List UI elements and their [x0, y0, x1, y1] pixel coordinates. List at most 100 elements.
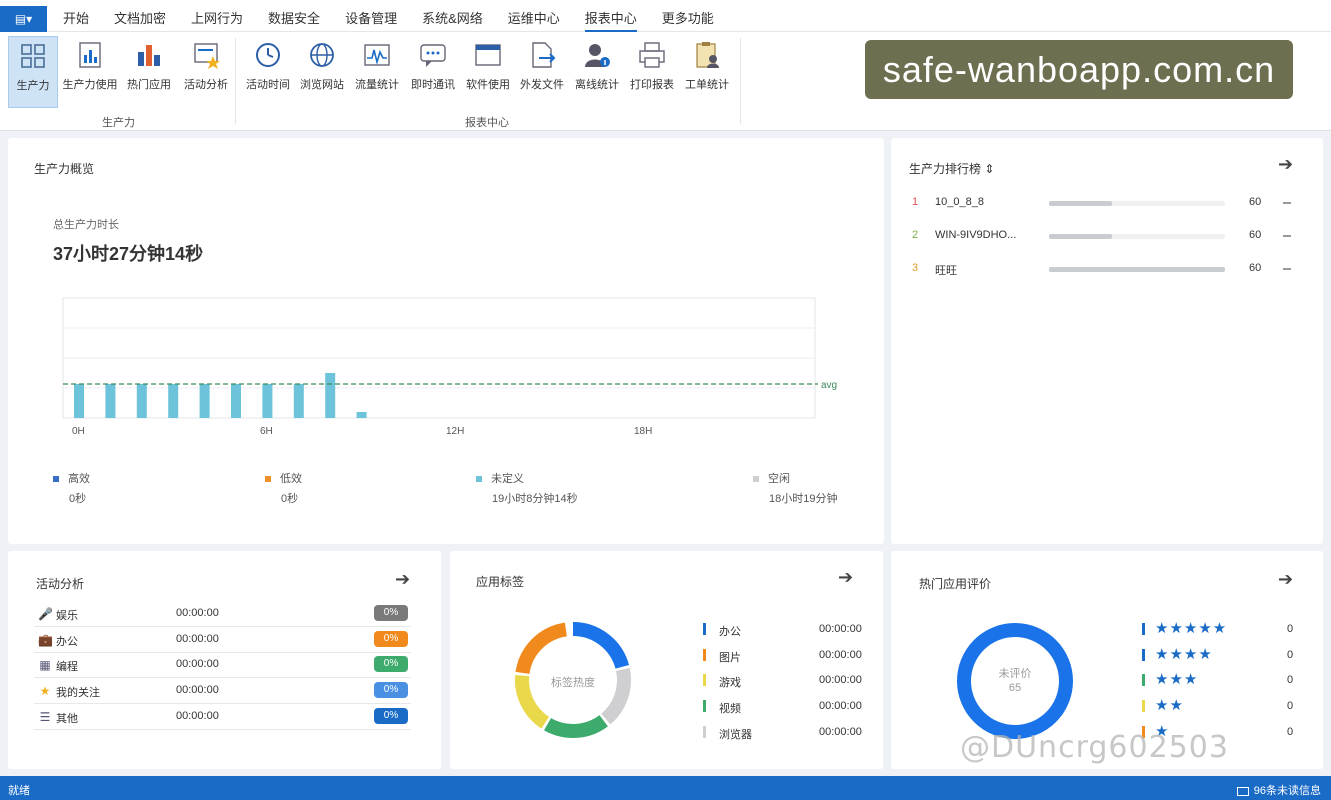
activity-percent-badge: 0%: [374, 605, 408, 621]
app-menu-button[interactable]: ▤▾: [0, 6, 47, 32]
ribbon-button-clipboard-user[interactable]: 工单统计: [680, 36, 734, 108]
activity-name: 其他: [56, 712, 78, 725]
menu-tab-1[interactable]: 文档加密: [101, 0, 178, 32]
rank-value: 60: [1249, 196, 1262, 208]
menu-tab-5[interactable]: 系统&网络: [409, 0, 495, 32]
menu-tab-0[interactable]: 开始: [50, 0, 101, 32]
rating-row: ★★★ 0: [1142, 671, 1302, 691]
rating-row: ★★ 0: [1142, 697, 1302, 717]
ranking-row[interactable]: 1 10_0_8_8 60: [891, 193, 1323, 213]
activity-name: 我的关注: [56, 687, 100, 700]
legend-swatch: [476, 476, 482, 483]
donut-center-label: 标签热度: [551, 677, 595, 689]
menu-tab-4[interactable]: 设备管理: [332, 0, 409, 32]
tag-row: 游戏 00:00:00: [703, 671, 863, 691]
star-icon: ★: [39, 684, 51, 699]
tag-name: 浏览器: [719, 728, 752, 741]
weibo-watermark: @DUncrg602503: [960, 730, 1229, 765]
group-label-productivity: 生产力: [102, 117, 135, 129]
window-icon: [475, 44, 501, 66]
productivity-ranking-card: 生产力排行榜 ⇕ ➔ 1 10_0_8_8 60 2 WIN-9IV9DHO... 60 3…: [891, 138, 1323, 544]
ribbon-button-grid[interactable]: 生产力: [8, 36, 58, 108]
printer-icon: [639, 42, 665, 68]
activity-name: 娱乐: [56, 610, 78, 622]
rank-name: 10_0_8_8: [935, 196, 984, 208]
history-clock-icon: [256, 43, 280, 67]
activity-row[interactable]: ▦ 编程 00:00:00 0%: [34, 652, 411, 679]
ribbon-button-chat[interactable]: 即时通讯: [406, 36, 460, 108]
ribbon-button-label: 活动分析: [184, 79, 228, 91]
arrow-right-icon[interactable]: ➔: [1278, 569, 1293, 590]
star-rating-icon: ★★★★★: [1155, 620, 1228, 637]
rating-count: 0: [1287, 623, 1294, 635]
tag-name: 办公: [719, 626, 741, 638]
rating-count: 0: [1287, 648, 1294, 661]
ribbon-button-bar-chart[interactable]: 生产力使用: [60, 36, 120, 108]
avg-label: avg: [821, 380, 837, 391]
legend-item: 高效: [53, 470, 90, 486]
legend-item: 低效: [265, 470, 302, 486]
rank-progress-fill: [1049, 267, 1225, 272]
menu-tab-6[interactable]: 运维中心: [495, 0, 572, 32]
rank-name: 旺旺: [935, 265, 957, 277]
activity-analysis-card: 活动分析 ➔ 🎤 娱乐 00:00:00 0% 💼 办公 00:00:00 0% ▦ 编程 00:0…: [8, 551, 441, 769]
rating-color-bar: [1142, 648, 1145, 661]
watermark-banner: safe-wanboapp.com.cn: [865, 40, 1293, 99]
unrated-label: 未评价: [998, 668, 1032, 680]
legend-item: 未定义: [476, 470, 524, 486]
ranking-row[interactable]: 2 WIN-9IV9DHO... 60: [891, 226, 1323, 246]
bar-undefined-4: [199, 384, 210, 418]
rank-number: 1: [912, 196, 919, 208]
ribbon-button-globe[interactable]: 浏览网站: [296, 36, 348, 108]
tag-color-bar: [703, 725, 706, 738]
legend-swatch: [53, 476, 59, 483]
menu-tab-8[interactable]: 更多功能: [649, 0, 726, 32]
activity-time: 00:00:00: [176, 658, 219, 671]
legend-value: 19小时8分钟14秒: [492, 493, 578, 505]
activity-time: 00:00:00: [176, 709, 219, 722]
activity-percent-badge: 0%: [374, 630, 408, 647]
arrow-right-icon[interactable]: ➔: [395, 569, 410, 590]
arrow-right-icon[interactable]: ➔: [1278, 154, 1293, 175]
code-icon: ▦: [39, 658, 51, 673]
activity-row[interactable]: 🎤 娱乐 00:00:00 0%: [34, 601, 411, 627]
activity-row[interactable]: ★ 我的关注 00:00:00 0%: [34, 678, 411, 705]
donut-segment: [572, 622, 630, 669]
activity-row[interactable]: 💼 办公 00:00:00 0%: [34, 627, 411, 653]
bar-undefined-8: [325, 373, 336, 418]
chat-icon: [420, 44, 446, 67]
ribbon-button-label: 浏览网站: [300, 79, 344, 91]
ranking-row[interactable]: 3 旺旺 60: [891, 259, 1323, 279]
x-tick-label: 18H: [634, 426, 652, 437]
rating-donut: [957, 623, 1073, 739]
ribbon-button-file-out[interactable]: 外发文件: [516, 36, 568, 108]
tag-time: 00:00:00: [819, 700, 862, 713]
activity-row[interactable]: ☰ 其他 00:00:00 0%: [34, 704, 411, 730]
tag-time: 00:00:00: [819, 623, 862, 635]
bar-undefined-9: [356, 412, 367, 418]
tag-name: 图片: [719, 651, 741, 664]
rank-value: 60: [1249, 262, 1262, 274]
menu-tab-2[interactable]: 上网行为: [178, 0, 255, 32]
activity-time: 00:00:00: [176, 632, 219, 645]
ribbon-button-label: 生产力: [16, 80, 50, 92]
arrow-right-icon[interactable]: ➔: [838, 567, 853, 588]
card-title[interactable]: 生产力排行榜 ⇕: [909, 160, 994, 177]
ribbon-button-history-clock[interactable]: 活动时间: [242, 36, 294, 108]
activity-time: 00:00:00: [176, 607, 219, 619]
unread-messages[interactable]: 96条未读信息: [1236, 782, 1321, 798]
ribbon-button-printer[interactable]: 打印报表: [626, 36, 678, 108]
rating-color-bar: [1142, 623, 1145, 635]
ribbon-button-activity-star[interactable]: 活动分析: [178, 36, 234, 108]
ribbon-button-hot-apps[interactable]: 热门应用: [122, 36, 176, 108]
ribbon-button-window[interactable]: 软件使用: [462, 36, 514, 108]
menu-tab-3[interactable]: 数据安全: [255, 0, 332, 32]
group-label-report-center: 报表中心: [465, 117, 509, 129]
ribbon-button-user-info[interactable]: 离线统计: [570, 36, 624, 108]
star-rating-icon: ★★★: [1155, 671, 1199, 689]
ribbon-button-label: 活动时间: [246, 79, 290, 91]
menu-tab-7[interactable]: 报表中心: [572, 0, 649, 32]
unrated-count: 65: [1008, 682, 1022, 694]
ribbon-button-traffic[interactable]: 流量统计: [350, 36, 404, 108]
mic-icon: 🎤: [38, 607, 53, 621]
